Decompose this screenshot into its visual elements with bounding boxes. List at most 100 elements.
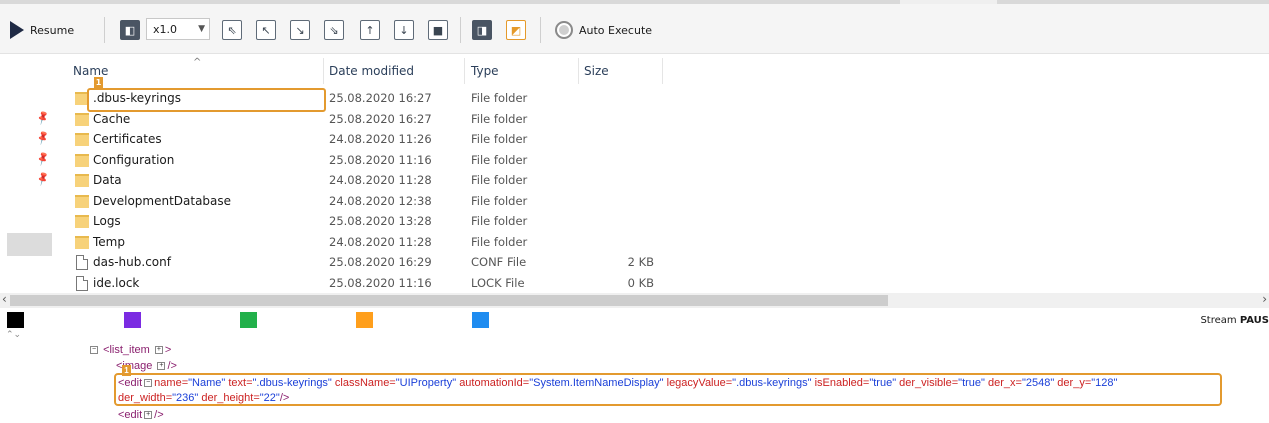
expand-icon[interactable]: + xyxy=(144,411,153,420)
file-date: 24.08.2020 11:26 xyxy=(329,132,432,146)
xml-tag-end: /> xyxy=(167,360,177,372)
folder-icon xyxy=(75,174,89,187)
chevron-down-icon: ▼ xyxy=(198,24,205,34)
color-swatch[interactable] xyxy=(356,312,373,328)
stop-button[interactable]: ■ xyxy=(426,18,450,42)
file-name: Certificates xyxy=(93,132,162,146)
auto-execute-label: Auto Execute xyxy=(579,23,653,37)
folder-icon xyxy=(75,215,89,228)
list-item[interactable]: das-hub.conf 25.08.2020 16:29 CONF File … xyxy=(0,253,700,274)
stream-state: PAUS xyxy=(1239,315,1269,326)
file-date: 25.08.2020 11:16 xyxy=(329,275,432,290)
horizontal-scrollbar[interactable]: ‹ › xyxy=(0,292,1269,308)
file-date: 25.08.2020 16:27 xyxy=(329,111,432,126)
file-type: File folder xyxy=(471,173,528,187)
file-size: 0 KB xyxy=(627,275,654,290)
xml-tree: − <list_item + > <image +/> 1 <edit − name=… xyxy=(0,340,1269,423)
file-date: 25.08.2020 16:29 xyxy=(329,255,432,269)
list-item[interactable]: ide.lock 25.08.2020 11:16 LOCK File 0 KB xyxy=(0,274,700,295)
xml-tag-end: /> xyxy=(154,409,164,421)
file-list: .dbus-keyrings 25.08.2020 16:27 File fol… xyxy=(0,89,700,294)
file-type: LOCK File xyxy=(471,275,525,290)
list-item[interactable]: Temp 24.08.2020 11:28 File folder xyxy=(0,233,700,254)
color-swatch[interactable] xyxy=(7,312,24,328)
collapse-chevrons-icon[interactable]: ⌃⌄ xyxy=(6,330,21,340)
file-type: File folder xyxy=(471,193,528,208)
double-arrow-up-left-icon: ⇖ xyxy=(222,20,242,40)
column-header-type[interactable]: Type xyxy=(471,64,499,78)
file-size: 2 KB xyxy=(627,255,654,269)
xml-node-edit[interactable]: <edit +/> xyxy=(118,409,164,421)
file-name: Cache xyxy=(93,111,131,126)
list-item[interactable]: 📌 Configuration 25.08.2020 11:16 File fo… xyxy=(0,151,700,172)
file-type: File folder xyxy=(471,234,528,249)
file-icon xyxy=(76,275,88,291)
list-item[interactable]: 📌 Certificates 24.08.2020 11:26 File fol… xyxy=(0,130,700,151)
column-header-size[interactable]: Size xyxy=(584,64,609,78)
square-icon: ■ xyxy=(428,20,448,40)
highlight-button[interactable]: ◩ xyxy=(504,18,528,42)
folder-icon xyxy=(75,112,89,126)
capture-button[interactable]: ◨ xyxy=(470,18,494,42)
xml-tag-end: > xyxy=(164,344,172,356)
toolbar-separator xyxy=(104,17,105,43)
double-arrow-down-right-icon: ⇘ xyxy=(324,20,344,40)
file-type: CONF File xyxy=(471,255,527,269)
column-divider[interactable] xyxy=(578,58,579,84)
arrow-down-icon: ↓ xyxy=(394,20,414,40)
file-type: File folder xyxy=(471,91,528,105)
file-explorer: ^ Name Date modified Type Size .dbus-key… xyxy=(0,55,1269,292)
folder-icon xyxy=(75,133,89,146)
xml-node-list-item[interactable]: − <list_item + > xyxy=(88,344,171,356)
move-down-button[interactable]: ↓ xyxy=(392,18,416,42)
resume-button[interactable]: Resume xyxy=(10,18,90,42)
screenshot-button[interactable]: ◧ xyxy=(118,18,142,42)
step-last-button[interactable]: ⇘ xyxy=(322,18,346,42)
expand-icon[interactable]: + xyxy=(157,362,166,371)
column-header-date[interactable]: Date modified xyxy=(329,64,414,78)
column-divider[interactable] xyxy=(662,58,663,84)
stream-label: Stream xyxy=(1200,315,1237,326)
arrow-down-right-icon: ↘ xyxy=(290,20,310,40)
toolbar: Resume ◧ x1.0 ▼ ⇖ ↖ ↘ ⇘ ↑ ↓ ■ ◨ ◩ Auto E… xyxy=(0,4,1269,54)
expand-icon[interactable]: + xyxy=(154,346,163,355)
file-name: Temp xyxy=(93,234,125,249)
speed-select[interactable]: x1.0 ▼ xyxy=(146,18,210,40)
chevron-left-icon[interactable]: ‹ xyxy=(2,292,7,306)
file-name: Configuration xyxy=(93,152,175,167)
pin-icon: 📌 xyxy=(35,130,52,147)
stream-status: Stream PAUS xyxy=(1200,315,1269,326)
file-name: Logs xyxy=(93,214,121,228)
step-back-button[interactable]: ↖ xyxy=(254,18,278,42)
toolbar-separator xyxy=(460,17,461,43)
column-header-name[interactable]: Name xyxy=(73,64,108,78)
move-up-button[interactable]: ↑ xyxy=(358,18,382,42)
color-swatch[interactable] xyxy=(472,312,489,328)
color-swatch[interactable] xyxy=(124,312,141,328)
file-type: File folder xyxy=(471,152,528,167)
highlight-badge: 1 xyxy=(94,77,103,88)
file-name: das-hub.conf xyxy=(93,255,171,269)
file-date: 24.08.2020 11:28 xyxy=(329,234,432,249)
list-item[interactable]: Logs 25.08.2020 13:28 File folder xyxy=(0,212,700,233)
list-item[interactable]: DevelopmentDatabase 24.08.2020 12:38 Fil… xyxy=(0,192,700,213)
toolbar-separator xyxy=(540,17,541,43)
chevron-right-icon[interactable]: › xyxy=(1262,292,1267,306)
column-divider[interactable] xyxy=(323,58,324,84)
column-divider[interactable] xyxy=(464,58,465,84)
file-type: File folder xyxy=(471,214,528,228)
step-forward-button[interactable]: ↘ xyxy=(288,18,312,42)
arrow-up-icon: ↑ xyxy=(360,20,380,40)
auto-execute-toggle[interactable]: Auto Execute xyxy=(555,18,655,42)
list-item[interactable]: 📌 Cache 25.08.2020 16:27 File folder xyxy=(0,110,700,131)
xml-tag: <list_item xyxy=(103,344,150,356)
scrollbar-thumb[interactable] xyxy=(10,295,888,306)
step-first-button[interactable]: ⇖ xyxy=(220,18,244,42)
file-date: 25.08.2020 13:28 xyxy=(329,214,432,228)
sort-ascending-icon: ^ xyxy=(193,57,202,68)
list-item[interactable]: 📌 Data 24.08.2020 11:28 File folder xyxy=(0,171,700,192)
collapse-icon[interactable]: − xyxy=(90,346,98,355)
element-highlight-box xyxy=(87,88,326,112)
file-date: 24.08.2020 11:28 xyxy=(329,173,432,187)
color-swatch[interactable] xyxy=(240,312,257,328)
